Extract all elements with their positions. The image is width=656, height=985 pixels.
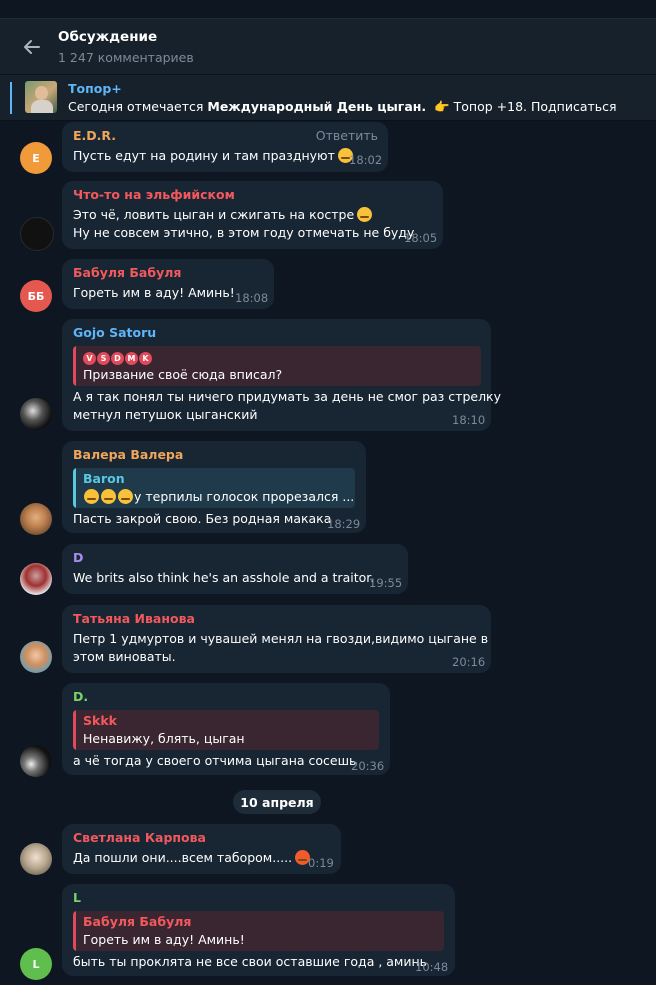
discussion-header: Обсуждение 1 247 комментариев — [0, 18, 656, 75]
author-name[interactable]: Светлана Карпова — [73, 830, 206, 845]
quote-text: Призвание своё сюда вписал? — [83, 367, 283, 382]
message-text: этом виноваты. — [73, 649, 176, 664]
quote-bar — [73, 346, 76, 386]
quote-author-letter: S — [97, 352, 110, 365]
quote-author: Baron — [83, 471, 125, 486]
message-time: 18:29 — [327, 517, 361, 531]
author-name[interactable]: Что-то на эльфийском — [73, 187, 235, 202]
grinning-emoji-icon — [118, 489, 133, 504]
message-text: А я так понял ты ничего придумать за ден… — [73, 389, 502, 404]
pinned-channel-name: Топор+ — [68, 81, 122, 96]
message-bubble[interactable]: D. Skkk Ненавижу, блять, цыган а чё тогд… — [62, 683, 390, 775]
avatar[interactable] — [20, 563, 52, 595]
author-name[interactable]: Татьяна Иванова — [73, 611, 195, 626]
message-text: Петр 1 удмуртов и чувашей менял на гвозд… — [73, 631, 489, 646]
message-text: Да пошли они....всем табором..... — [73, 849, 311, 867]
message-text: Пасть закрой свою. Без родная макака — [73, 511, 332, 526]
message-time: 18:02 — [349, 153, 383, 167]
reply-quote[interactable]: Baron у терпилы голосок прорезался ... — [73, 468, 355, 508]
author-name[interactable]: Бабуля Бабуля — [73, 265, 181, 280]
quote-author-letter: D — [111, 352, 124, 365]
message-time: 18:10 — [452, 413, 486, 427]
thinking-emoji-icon — [357, 207, 373, 222]
quote-author: Skkk — [83, 713, 117, 728]
quote-text: Гореть им в аду! Аминь! — [83, 932, 245, 947]
avatar[interactable]: L — [20, 948, 52, 980]
message-text: We brits also think he's an asshole and … — [73, 570, 375, 585]
pinned-accent-bar — [10, 82, 12, 114]
reply-quote[interactable]: Skkk Ненавижу, блять, цыган — [73, 710, 379, 750]
quote-bar — [73, 911, 76, 951]
avatar[interactable] — [20, 745, 52, 777]
message-time: 10:48 — [415, 960, 449, 974]
message-time: 18:05 — [404, 231, 438, 245]
avatar[interactable] — [20, 217, 54, 251]
grinning-emoji-icon — [101, 489, 116, 504]
message-time: 19:55 — [369, 576, 403, 590]
pinned-post[interactable]: Топор+ Сегодня отмечается Международный … — [0, 74, 656, 121]
message-bubble[interactable]: Бабуля Бабуля Гореть им в аду! Аминь! 18… — [62, 259, 274, 309]
reply-quote[interactable]: Бабуля Бабуля Гореть им в аду! Аминь! — [73, 911, 444, 951]
quote-author-letter: V — [83, 352, 96, 365]
message-text: а чё тогда у своего отчима цыгана сосешь — [73, 753, 357, 768]
message-time: 18:08 — [235, 291, 269, 305]
avatar[interactable] — [20, 398, 52, 430]
avatar[interactable] — [20, 503, 52, 535]
quote-bar — [73, 468, 76, 508]
comment-count: 1 247 комментариев — [58, 50, 194, 65]
message-bubble[interactable]: Что-то на эльфийском Это чё, ловить цыга… — [62, 181, 443, 249]
quote-author-letter: K — [139, 352, 152, 365]
avatar[interactable]: E — [20, 142, 52, 174]
reply-button[interactable]: Ответить — [316, 128, 378, 143]
window-top-strip — [0, 0, 656, 18]
message-text: Гореть им в аду! Аминь! — [73, 285, 235, 300]
author-name[interactable]: E.D.R. — [73, 128, 116, 143]
avatar[interactable] — [20, 843, 52, 875]
message-bubble[interactable]: Gojo Satoru V S D M K Призвание своё сюд… — [62, 319, 501, 431]
quote-author: Бабуля Бабуля — [83, 914, 192, 929]
author-name[interactable]: L — [73, 890, 81, 905]
message-bubble[interactable]: D We brits also think he's an asshole an… — [62, 544, 408, 594]
quote-bar — [73, 710, 76, 750]
message-time: 20:16 — [452, 655, 486, 669]
quote-author-letter: M — [125, 352, 138, 365]
reply-quote[interactable]: V S D M K Призвание своё сюда вписал? — [73, 346, 481, 386]
author-name[interactable]: D — [73, 550, 83, 565]
author-name[interactable]: Gojo Satoru — [73, 325, 156, 340]
quote-text: у терпилы голосок прорезался ... — [83, 489, 354, 504]
message-bubble[interactable]: Валера Валера Baron у терпилы голосок пр… — [62, 441, 366, 533]
back-arrow-icon[interactable] — [22, 37, 42, 57]
message-text: метнул петушок цыганский — [73, 407, 258, 422]
message-text: Ну не совсем этично, в этом году отмечат… — [73, 225, 415, 240]
message-bubble[interactable]: Светлана Карпова Да пошли они....всем та… — [62, 824, 341, 874]
pinned-thumbnail — [25, 81, 57, 113]
message-bubble[interactable]: L Бабуля Бабуля Гореть им в аду! Аминь! … — [62, 884, 455, 976]
message-text: быть ты проклята не все свои оставшие го… — [73, 954, 428, 969]
message-time: 0:19 — [308, 856, 334, 870]
quote-author: V S D M K — [83, 349, 152, 365]
author-name[interactable]: Валера Валера — [73, 447, 183, 462]
author-name[interactable]: D. — [73, 689, 88, 704]
pinned-text: Сегодня отмечается Международный День цы… — [68, 99, 617, 114]
date-separator: 10 апреля — [233, 790, 321, 814]
message-text: Пусть едут на родину и там празднуют — [73, 147, 353, 165]
avatar[interactable] — [20, 641, 52, 673]
page-title: Обсуждение — [58, 29, 158, 45]
grinning-emoji-icon — [84, 489, 99, 504]
message-bubble[interactable]: Татьяна Иванова Петр 1 удмуртов и чуваше… — [62, 605, 491, 673]
message-time: 20:36 — [351, 759, 385, 773]
message-text: Это чё, ловить цыган и сжигать на костре — [73, 206, 373, 224]
avatar[interactable]: ББ — [20, 280, 52, 312]
message-bubble[interactable]: E.D.R. Ответить Пусть едут на родину и т… — [62, 122, 388, 172]
quote-text: Ненавижу, блять, цыган — [83, 731, 245, 746]
